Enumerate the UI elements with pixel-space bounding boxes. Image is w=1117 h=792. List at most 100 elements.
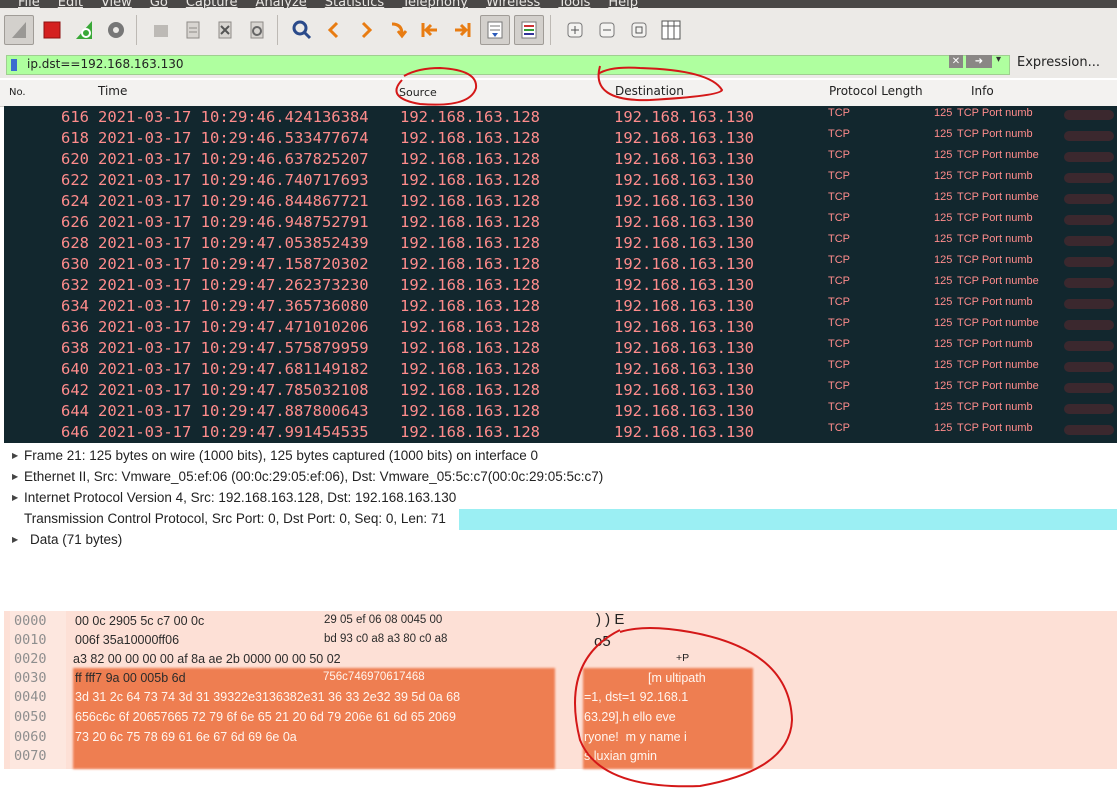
expand-arrow-icon[interactable]: ▶: [12, 493, 18, 502]
clear-filter-icon[interactable]: ✕: [949, 55, 963, 68]
menu-item-help[interactable]: Help: [608, 0, 638, 8]
menu-item-edit[interactable]: Edit: [58, 0, 83, 8]
detail-ipv4[interactable]: ▶ Internet Protocol Version 4, Src: 192.1…: [4, 488, 1117, 509]
menu-item-go[interactable]: Go: [150, 0, 168, 8]
hex-bytes-right[interactable]: 29 05 ef 06 08 0045 00: [324, 614, 442, 626]
column-header-no[interactable]: No.: [9, 87, 26, 98]
menu-item-wireless[interactable]: Wireless: [486, 0, 540, 8]
column-header-info[interactable]: Info: [971, 84, 994, 98]
hex-bytes-left[interactable]: ff fff7 9a 00 005b 6d: [75, 671, 186, 685]
open-file-icon[interactable]: [147, 16, 175, 44]
ascii-bytes[interactable]: o5: [594, 633, 611, 650]
hex-bytes-right[interactable]: bd 93 c0 a8 a3 80 c0 a8: [324, 633, 447, 645]
packet-number: 622: [61, 171, 89, 189]
colorize-icon[interactable]: [514, 15, 544, 45]
packet-destination: 192.168.163.130: [614, 171, 754, 189]
packet-row[interactable]: 620 2021-03-17 10:29:46.637825207 192.168.…: [4, 148, 1117, 169]
filter-text[interactable]: ip.dst==192.168.163.130: [27, 57, 184, 71]
hex-bytes-left[interactable]: a3 82 00 00 00 00 af 8a ae 2b 0000 00 00…: [73, 652, 341, 666]
zoom-out-icon[interactable]: [593, 16, 621, 44]
menu-item-telephony[interactable]: Telephony: [402, 0, 468, 8]
packet-row[interactable]: 624 2021-03-17 10:29:46.844867721 192.168.…: [4, 190, 1117, 211]
menu-item-capture[interactable]: Capture: [186, 0, 238, 8]
column-header-protocol[interactable]: Protocol: [829, 84, 877, 98]
packet-row[interactable]: 638 2021-03-17 10:29:47.575879959 192.168.…: [4, 337, 1117, 358]
packet-time: 2021-03-17 10:29:47.887800643: [98, 402, 369, 420]
resize-columns-icon[interactable]: [657, 16, 685, 44]
expand-arrow-icon[interactable]: ▶: [12, 472, 18, 481]
ascii-bytes[interactable]: 63.29].h ello eve: [584, 710, 676, 724]
go-back-icon[interactable]: [320, 16, 348, 44]
column-header-time[interactable]: Time: [98, 84, 127, 98]
packet-number: 626: [61, 213, 89, 231]
packet-row[interactable]: 622 2021-03-17 10:29:46.740717693 192.168.…: [4, 169, 1117, 190]
hex-bytes-left[interactable]: 656c6c 6f 20657665 72 79 6f 6e 65 21 20 …: [75, 710, 456, 724]
column-header-protocol-length[interactable]: Protocol Length: [829, 84, 923, 98]
packet-row[interactable]: 626 2021-03-17 10:29:46.948752791 192.168.…: [4, 211, 1117, 232]
packet-protocol: TCP: [828, 149, 850, 161]
detail-ethernet[interactable]: ▶ Ethernet II, Src: Vmware_05:ef:06 (00:0…: [4, 467, 1117, 488]
ascii-bytes[interactable]: +P: [676, 652, 689, 664]
packet-length: 125: [934, 401, 953, 413]
column-header-destination[interactable]: Destination: [615, 84, 684, 98]
packet-row[interactable]: 640 2021-03-17 10:29:47.681149182 192.168.…: [4, 358, 1117, 379]
column-header-source[interactable]: Source: [399, 86, 437, 99]
autoscroll-icon[interactable]: [480, 15, 510, 45]
stop-capture-icon[interactable]: [38, 16, 66, 44]
packet-row[interactable]: 642 2021-03-17 10:29:47.785032108 192.168.…: [4, 379, 1117, 400]
packet-row[interactable]: 616 2021-03-17 10:29:46.424136384 192.168.…: [4, 106, 1117, 127]
hex-bytes-left[interactable]: 006f 35a10000ff06: [75, 633, 179, 647]
hex-bytes-left[interactable]: 3d 31 2c 64 73 74 3d 31 39322e3136382e31…: [75, 690, 460, 704]
menu-item-analyze[interactable]: Analyze: [256, 0, 307, 8]
detail-frame[interactable]: ▶ Frame 21: 125 bytes on wire (1000 bits)…: [4, 446, 1117, 467]
packet-row[interactable]: 618 2021-03-17 10:29:46.533477674 192.168.…: [4, 127, 1117, 148]
find-packet-icon[interactable]: [288, 16, 316, 44]
ascii-bytes[interactable]: s luxian gmin: [584, 749, 657, 763]
display-filter-input[interactable]: ip.dst==192.168.163.130: [6, 55, 1010, 75]
ascii-bytes[interactable]: [m ultipath: [648, 671, 706, 685]
hex-bytes-right[interactable]: 756c746970617468: [323, 671, 425, 683]
bookmark-icon[interactable]: [11, 59, 17, 71]
restart-capture-icon[interactable]: [70, 16, 98, 44]
packet-list[interactable]: 616 2021-03-17 10:29:46.424136384 192.168.…: [4, 106, 1117, 443]
reload-icon[interactable]: [243, 16, 271, 44]
ascii-bytes[interactable]: =1, dst=1 92.168.1: [584, 690, 688, 704]
hex-bytes-left[interactable]: 00 0c 2905 5c c7 00 0c: [75, 614, 204, 628]
normal-size-icon[interactable]: [625, 16, 653, 44]
go-forward-icon[interactable]: [352, 16, 380, 44]
apply-filter-icon[interactable]: ➜: [966, 55, 992, 68]
go-to-packet-icon[interactable]: [384, 16, 412, 44]
filter-history-dropdown-icon[interactable]: ▾: [996, 54, 1001, 65]
shark-fin-icon[interactable]: [4, 15, 34, 45]
packet-protocol: TCP: [828, 212, 850, 224]
close-file-icon[interactable]: [211, 16, 239, 44]
ascii-bytes[interactable]: ) ) E: [596, 611, 624, 628]
menu-item-file[interactable]: File: [18, 0, 40, 8]
menu-item-statistics[interactable]: Statistics: [325, 0, 384, 8]
packet-row[interactable]: 644 2021-03-17 10:29:47.887800643 192.168.…: [4, 400, 1117, 421]
hex-bytes-left[interactable]: 73 20 6c 75 78 69 61 6e 67 6d 69 6e 0a: [75, 730, 297, 744]
redacted-region: [1064, 215, 1114, 225]
column-header-length[interactable]: Length: [881, 84, 922, 98]
ascii-bytes[interactable]: ryone! m y name i: [584, 730, 687, 744]
save-file-icon[interactable]: [179, 16, 207, 44]
redacted-region: [1064, 173, 1114, 183]
packet-row[interactable]: 632 2021-03-17 10:29:47.262373230 192.168.…: [4, 274, 1117, 295]
first-packet-icon[interactable]: [416, 16, 444, 44]
expand-arrow-icon[interactable]: ▶: [12, 535, 18, 544]
detail-tcp[interactable]: Transmission Control Protocol, Src Port:…: [4, 509, 1117, 530]
packet-row[interactable]: 628 2021-03-17 10:29:47.053852439 192.168.…: [4, 232, 1117, 253]
expand-arrow-icon[interactable]: ▶: [12, 451, 18, 460]
packet-source: 192.168.163.128: [400, 129, 540, 147]
zoom-in-icon[interactable]: [561, 16, 589, 44]
packet-row[interactable]: 636 2021-03-17 10:29:47.471010206 192.168.…: [4, 316, 1117, 337]
last-packet-icon[interactable]: [448, 16, 476, 44]
capture-options-icon[interactable]: [102, 16, 130, 44]
menu-item-tools[interactable]: Tools: [558, 0, 590, 8]
packet-row[interactable]: 630 2021-03-17 10:29:47.158720302 192.168.…: [4, 253, 1117, 274]
packet-row[interactable]: 646 2021-03-17 10:29:47.991454535 192.168.…: [4, 421, 1117, 442]
detail-data[interactable]: ▶ Data (71 bytes): [4, 530, 1117, 551]
packet-row[interactable]: 634 2021-03-17 10:29:47.365736080 192.168.…: [4, 295, 1117, 316]
expression-button[interactable]: Expression...: [1017, 55, 1100, 70]
menu-item-view[interactable]: View: [101, 0, 132, 8]
